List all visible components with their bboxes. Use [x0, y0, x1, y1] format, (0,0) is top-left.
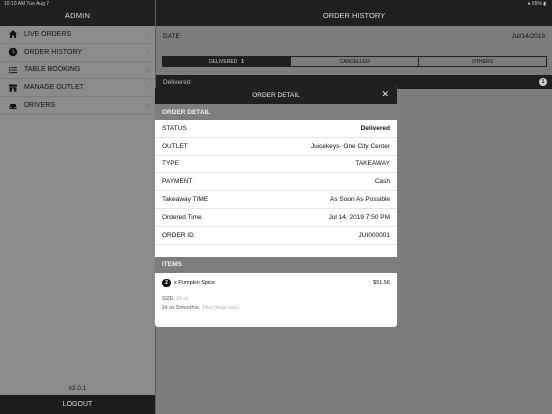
modal-header: ORDER DETAIL ✕ [155, 86, 397, 104]
chevron-right-icon: › [146, 101, 149, 111]
detail-value: Juicekeys- One City Center [310, 142, 390, 150]
clock-icon [8, 47, 18, 57]
status-bar-time: 10:10 AM Tue Aug 7 [4, 1, 50, 7]
store-icon [8, 83, 18, 93]
detail-label: Ordered Time [162, 213, 202, 221]
modal-title: ORDER DETAIL [252, 91, 300, 99]
items-section-title: ITEMS [155, 256, 397, 273]
segment-label: OTHERS [472, 58, 493, 65]
detail-label: PAYMENT [162, 178, 193, 186]
order-detail-modal: ORDER DETAIL ✕ ORDER DETAIL STATUS Deliv… [155, 86, 397, 327]
detail-label: OUTLET [162, 142, 188, 150]
detail-row-payment: PAYMENT Cash [155, 173, 397, 192]
item-name: x Pumpkin Spice [174, 279, 215, 286]
section-spacer [155, 244, 397, 257]
detail-row-outlet: OUTLET Juicekeys- One City Center [155, 138, 397, 156]
chevron-right-icon: › [146, 83, 149, 93]
sidebar: ADMIN LIVE ORDERS › ORDER HISTORY › TABL… [0, 0, 155, 414]
status-bar: 10:10 AM Tue Aug 7 ● 55% ▮ [0, 0, 552, 8]
detail-label: STATUS [162, 124, 187, 132]
sidebar-item-label: LIVE ORDERS [24, 30, 72, 38]
date-row[interactable]: DATE Jul/14/2019 [156, 26, 552, 46]
sidebar-item-drivers[interactable]: DRIVERS › [0, 97, 155, 115]
sidebar-item-manage-outlet[interactable]: MANAGE OUTLET › [0, 79, 155, 98]
sidebar-item-table-booking[interactable]: TABLE BOOKING › [0, 62, 155, 80]
item-quantity-badge: 2 [162, 278, 171, 287]
car-icon [8, 101, 18, 111]
segment-label: DELIVERED [208, 58, 238, 65]
list-item: 2x Pumpkin Spice $51.56 [155, 275, 397, 291]
date-label: DATE [163, 32, 180, 40]
item-name-group: 2x Pumpkin Spice [162, 278, 215, 287]
detail-row-type: TYPE TAKEAWAY [155, 156, 397, 174]
segment-count: 1 [241, 58, 245, 65]
detail-value: Delivered [360, 124, 390, 132]
detail-value: TAKEAWAY [355, 160, 390, 168]
detail-row-status: STATUS Delivered [155, 120, 397, 138]
chevron-right-icon: › [146, 47, 149, 57]
detail-value: JUI000001 [358, 231, 390, 239]
chevron-right-icon: › [146, 30, 149, 39]
sidebar-item-label: DRIVERS [24, 102, 56, 110]
date-value[interactable]: Jul/14/2019 [511, 33, 545, 40]
close-icon[interactable]: ✕ [381, 89, 389, 100]
order-detail-section-title: ORDER DETAIL [155, 104, 397, 120]
segment-cancelled[interactable]: CANCELLED [291, 57, 419, 66]
home-icon [8, 29, 18, 39]
detail-row-order-id: ORDER ID JUI000001 [155, 227, 397, 245]
item-options: SIZE: 24 oz. 24 oz Smoothie: 24oz (large… [155, 291, 397, 313]
detail-value: As Soon As Possible [330, 196, 390, 204]
segment-label: CANCELLED [339, 58, 370, 65]
chevron-right-icon: › [146, 65, 149, 75]
detail-value: Jul 14, 2019 7:50 PM [328, 213, 390, 221]
list-icon [8, 65, 18, 75]
sidebar-item-order-history[interactable]: ORDER HISTORY › [0, 44, 155, 62]
item-price: $51.56 [373, 279, 390, 286]
status-bar-battery: ● 55% ▮ [527, 1, 546, 7]
logout-button[interactable]: LOGOUT [0, 395, 155, 414]
list-header-label: Delivered [163, 78, 191, 86]
app-version: v2.0.1 [68, 385, 87, 392]
item-size-line: SIZE: 24 oz. [162, 295, 190, 302]
detail-row-takeaway-time: Takeaway TIME As Soon As Possible [155, 191, 397, 209]
sidebar-item-label: MANAGE OUTLET [24, 84, 84, 92]
segment-others[interactable]: OTHERS [419, 57, 546, 66]
sidebar-item-label: TABLE BOOKING [24, 66, 81, 74]
detail-label: Takeaway TIME [162, 196, 209, 204]
sidebar-item-label: ORDER HISTORY [24, 48, 83, 56]
detail-row-ordered-time: Ordered Time Jul 14, 2019 7:50 PM [155, 209, 397, 227]
detail-label: TYPE [162, 160, 179, 168]
status-segmented-control: DELIVERED 1 CANCELLED OTHERS [162, 56, 547, 67]
item-option-line: 24 oz Smoothie: 24oz (large size). [162, 304, 241, 311]
segment-delivered[interactable]: DELIVERED 1 [163, 57, 291, 66]
detail-value: Cash [374, 178, 390, 186]
sidebar-item-live-orders[interactable]: LIVE ORDERS › [0, 26, 155, 44]
detail-label: ORDER ID [162, 231, 194, 239]
list-count-badge: 1 [539, 78, 547, 86]
